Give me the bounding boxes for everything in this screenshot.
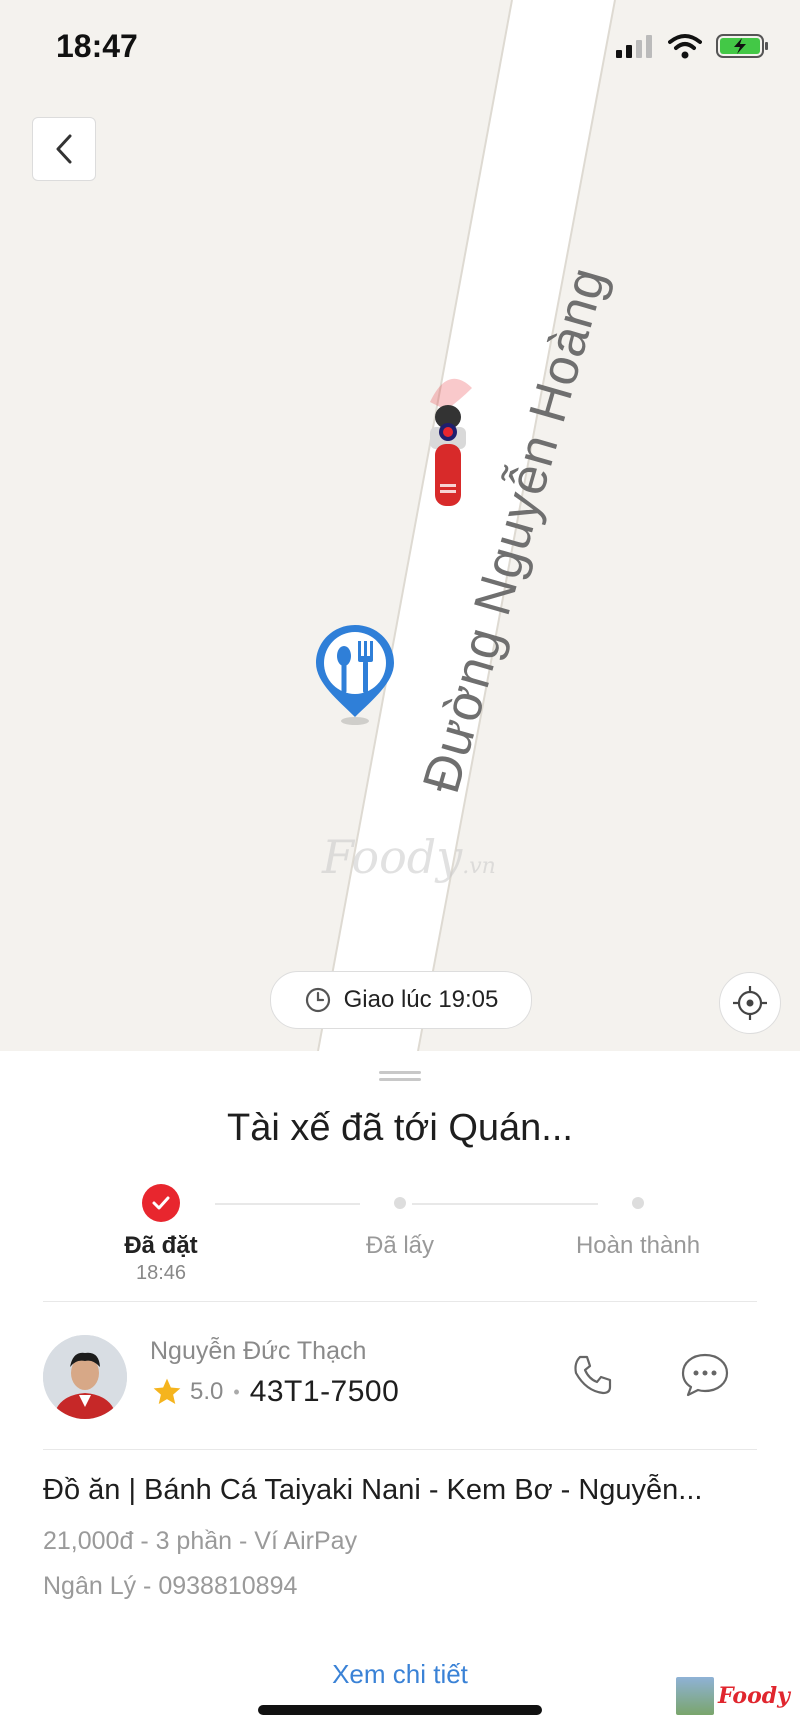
progress-line <box>215 1203 360 1205</box>
chat-driver-button[interactable] <box>680 1351 730 1404</box>
cellular-signal-icon <box>616 35 652 58</box>
progress-line <box>412 1203 598 1205</box>
delivery-eta-pill: Giao lúc 19:05 <box>270 971 532 1029</box>
battery-charging-icon <box>716 34 768 58</box>
order-status-panel: Tài xế đã tới Quán... Đã đặt 18:46 Đã lấ… <box>0 1051 800 1731</box>
drag-handle[interactable] <box>379 1071 421 1085</box>
step-pending-dot <box>394 1197 406 1209</box>
step-time-ordered: 18:46 <box>135 1262 187 1284</box>
chevron-left-icon <box>56 134 72 164</box>
crosshair-icon <box>733 986 767 1020</box>
status-icons <box>616 33 770 59</box>
license-plate: 43T1-7500 <box>249 1375 400 1408</box>
restaurant-location-pin[interactable] <box>313 623 397 732</box>
status-time: 18:47 <box>56 28 138 64</box>
order-title: Đồ ăn | Bánh Cá Taiyaki Nani - Kem Bơ - … <box>43 1474 703 1506</box>
order-summary: 21,000đ - 3 phần - Ví AirPay <box>43 1527 358 1555</box>
road-shape <box>317 0 616 1051</box>
back-button[interactable] <box>32 117 96 181</box>
foody-logo: Foody <box>676 1677 790 1715</box>
home-indicator[interactable] <box>258 1705 542 1715</box>
chat-bubble-icon <box>681 1353 729 1397</box>
divider <box>43 1449 757 1450</box>
map-view[interactable]: Đường Nguyễn Hoàng Foody.vn 18:47 Giao l… <box>0 0 800 1051</box>
phone-icon <box>574 1355 612 1395</box>
step-label-ordered: Đã đặt <box>124 1232 198 1259</box>
driver-avatar <box>43 1335 127 1419</box>
driver-scooter-marker <box>420 372 480 517</box>
recenter-location-button[interactable] <box>719 972 781 1034</box>
bullet-separator: • <box>233 1381 240 1402</box>
wifi-icon <box>668 34 702 59</box>
step-label-completed: Hoàn thành <box>575 1232 701 1259</box>
order-progress-steps: Đã đặt 18:46 Đã lấy Hoàn thành <box>0 1184 800 1284</box>
order-contact: Ngân Lý - 0938810894 <box>43 1572 298 1600</box>
clock-icon <box>305 987 330 1013</box>
step-label-picked-up: Đã lấy <box>365 1232 435 1259</box>
eta-label: Giao lúc 19:05 <box>343 986 499 1013</box>
foody-brand-text: Foody <box>718 1683 790 1709</box>
driver-name: Nguyễn Đức Thạch <box>150 1337 367 1365</box>
foody-watermark: Foody.vn <box>322 830 496 884</box>
call-driver-button[interactable] <box>568 1351 616 1404</box>
star-icon <box>153 1378 181 1404</box>
step-done-check-icon <box>142 1184 180 1222</box>
driver-meta: 5.0 • 43T1-7500 <box>150 1375 399 1409</box>
divider <box>43 1301 757 1302</box>
driver-rating: 5.0 <box>190 1378 224 1405</box>
order-status-title: Tài xế đã tới Quán... <box>227 1107 573 1149</box>
step-pending-dot <box>632 1197 644 1209</box>
foody-thumbnail <box>676 1677 714 1715</box>
